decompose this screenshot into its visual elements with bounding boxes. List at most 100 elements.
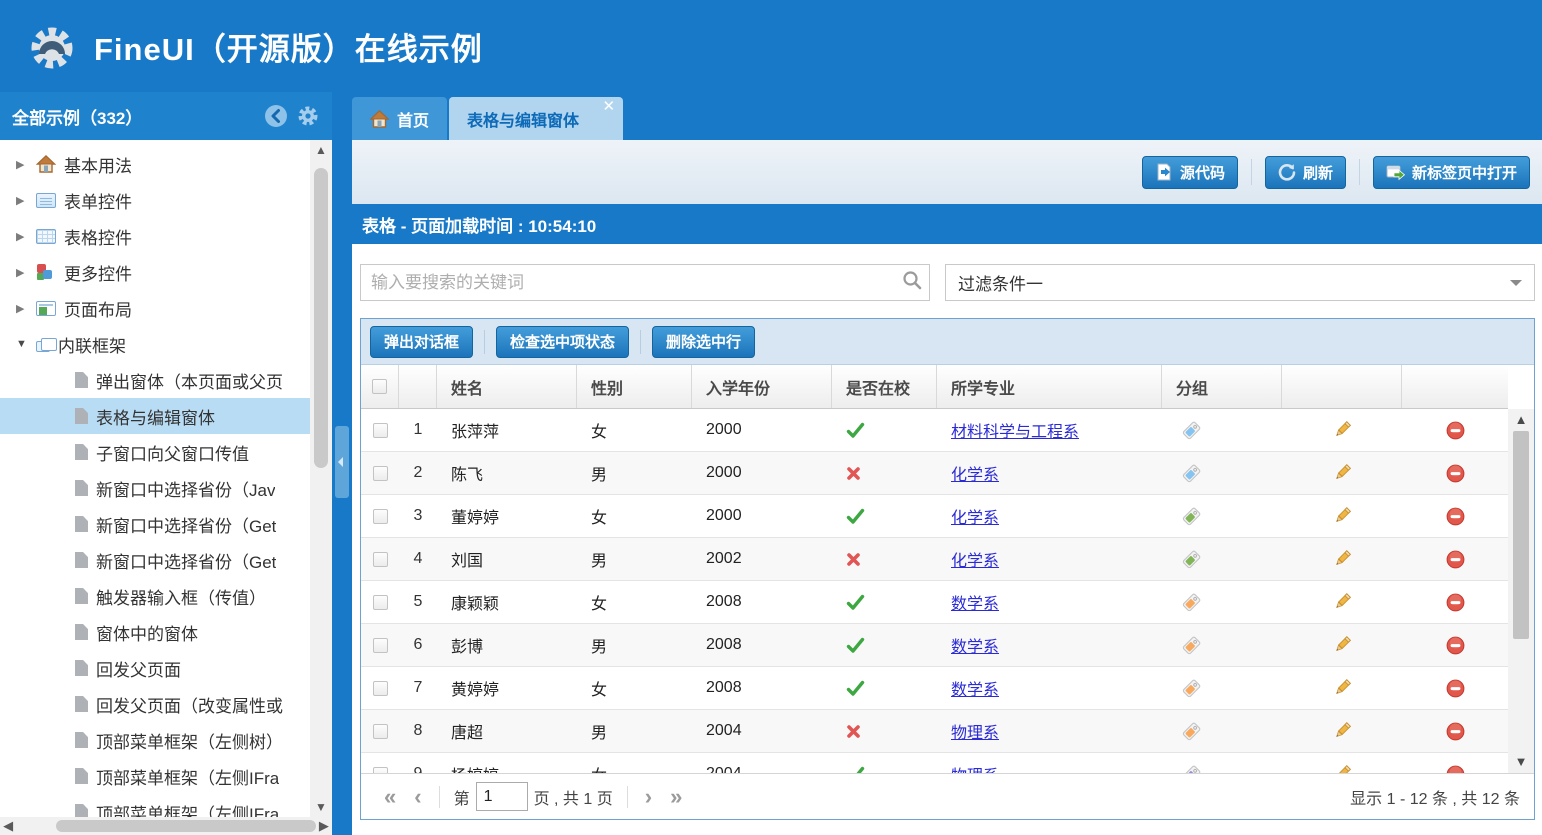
splitter-collapse-handle[interactable] (335, 426, 349, 498)
edit-pencil-icon[interactable] (1332, 549, 1352, 569)
sidebar-tree-item[interactable]: 新窗口中选择省份（Jav (0, 470, 310, 506)
tag-icon[interactable] (1182, 421, 1201, 440)
delete-selected-button[interactable]: 删除选中行 (652, 326, 755, 358)
tag-icon[interactable] (1182, 550, 1201, 569)
edit-pencil-icon[interactable] (1332, 678, 1352, 698)
grid-vertical-scrollbar[interactable]: ▲ ▼ (1508, 409, 1534, 773)
sidebar-tree-item[interactable]: 新窗口中选择省份（Get (0, 506, 310, 542)
scrollbar-thumb[interactable] (314, 168, 328, 468)
delete-minus-icon[interactable] (1446, 765, 1465, 774)
edit-pencil-icon[interactable] (1332, 420, 1352, 440)
row-checkbox[interactable] (373, 724, 388, 739)
row-checkbox[interactable] (373, 466, 388, 481)
collapse-back-icon[interactable] (264, 104, 288, 128)
major-link[interactable]: 物理系 (951, 762, 999, 773)
scrollbar-thumb[interactable] (1513, 431, 1529, 639)
tag-icon[interactable] (1182, 765, 1201, 774)
sidebar-tree-item[interactable]: 回发父页面 (0, 650, 310, 686)
scroll-right-icon[interactable]: ▶ (316, 818, 332, 834)
delete-minus-icon[interactable] (1446, 679, 1465, 698)
tag-icon[interactable] (1182, 636, 1201, 655)
expand-arrow-icon[interactable]: ▼ (16, 338, 30, 350)
row-checkbox[interactable] (373, 552, 388, 567)
delete-minus-icon[interactable] (1446, 550, 1465, 569)
edit-pencil-icon[interactable] (1332, 764, 1352, 773)
row-checkbox[interactable] (373, 423, 388, 438)
sidebar-tree-item[interactable]: ▶ 表单控件 (0, 182, 310, 218)
major-link[interactable]: 数学系 (951, 633, 999, 657)
edit-pencil-icon[interactable] (1332, 635, 1352, 655)
edit-pencil-icon[interactable] (1332, 463, 1352, 483)
refresh-button[interactable]: 刷新 (1265, 156, 1346, 189)
sidebar-horizontal-scrollbar[interactable]: ◀ ▶ (0, 817, 332, 835)
row-checkbox[interactable] (373, 638, 388, 653)
sidebar-tree-item[interactable]: ▼ 内联框架 (0, 326, 310, 362)
sidebar-tree-item[interactable]: 回发父页面（改变属性或 (0, 686, 310, 722)
tab-home[interactable]: 首页 (352, 97, 447, 140)
row-checkbox[interactable] (373, 681, 388, 696)
delete-minus-icon[interactable] (1446, 593, 1465, 612)
sidebar-tree-item[interactable]: 触发器输入框（传值） (0, 578, 310, 614)
row-checkbox[interactable] (373, 595, 388, 610)
sidebar-tree-item[interactable]: 弹出窗体（本页面或父页 (0, 362, 310, 398)
open-new-tab-button[interactable]: 新标签页中打开 (1373, 156, 1530, 189)
select-all-checkbox[interactable] (372, 379, 387, 394)
scroll-up-icon[interactable]: ▲ (1508, 409, 1534, 431)
delete-minus-icon[interactable] (1446, 507, 1465, 526)
major-link[interactable]: 化学系 (951, 547, 999, 571)
delete-minus-icon[interactable] (1446, 722, 1465, 741)
delete-minus-icon[interactable] (1446, 636, 1465, 655)
major-link[interactable]: 数学系 (951, 590, 999, 614)
open-dialog-button[interactable]: 弹出对话框 (370, 326, 473, 358)
sidebar-tree-item[interactable]: 顶部菜单框架（左侧树） (0, 722, 310, 758)
first-page-icon[interactable]: « (384, 786, 396, 808)
scroll-left-icon[interactable]: ◀ (0, 818, 16, 834)
search-icon[interactable] (895, 270, 929, 295)
delete-minus-icon[interactable] (1446, 464, 1465, 483)
sidebar-tree-item[interactable]: 新窗口中选择省份（Get (0, 542, 310, 578)
expand-arrow-icon[interactable]: ▶ (16, 266, 30, 279)
next-page-icon[interactable]: › (645, 786, 652, 808)
sidebar-tree-item[interactable]: ▶ 表格控件 (0, 218, 310, 254)
sidebar-tree-item[interactable]: 顶部菜单框架（左侧IFra (0, 758, 310, 794)
scroll-up-icon[interactable]: ▲ (310, 140, 332, 160)
expand-arrow-icon[interactable]: ▶ (16, 230, 30, 243)
expand-arrow-icon[interactable]: ▶ (16, 194, 30, 207)
sidebar-vertical-scrollbar[interactable]: ▲ ▼ (310, 140, 332, 817)
tag-icon[interactable] (1182, 593, 1201, 612)
tag-icon[interactable] (1182, 679, 1201, 698)
tag-icon[interactable] (1182, 507, 1201, 526)
search-input[interactable] (361, 265, 895, 300)
major-link[interactable]: 数学系 (951, 676, 999, 700)
source-code-button[interactable]: 源代码 (1142, 156, 1238, 189)
tag-icon[interactable] (1182, 722, 1201, 741)
scroll-down-icon[interactable]: ▼ (1508, 751, 1534, 773)
sidebar-tree-item[interactable]: 顶部菜单框架（左侧IFra (0, 794, 310, 817)
major-link[interactable]: 化学系 (951, 504, 999, 528)
row-checkbox[interactable] (373, 509, 388, 524)
major-link[interactable]: 化学系 (951, 461, 999, 485)
edit-pencil-icon[interactable] (1332, 721, 1352, 741)
tag-icon[interactable] (1182, 464, 1201, 483)
expand-arrow-icon[interactable]: ▶ (16, 158, 30, 171)
scrollbar-thumb[interactable] (56, 820, 316, 832)
filter-dropdown[interactable]: 过滤条件一 (945, 264, 1535, 301)
major-link[interactable]: 物理系 (951, 719, 999, 743)
tab-active[interactable]: 表格与编辑窗体 ✕ (449, 97, 623, 140)
prev-page-icon[interactable]: ‹ (414, 786, 421, 808)
sidebar-tree-item[interactable]: 表格与编辑窗体 (0, 398, 310, 434)
sidebar-tree-item[interactable]: 窗体中的窗体 (0, 614, 310, 650)
delete-minus-icon[interactable] (1446, 421, 1465, 440)
expand-arrow-icon[interactable]: ▶ (16, 302, 30, 315)
scroll-down-icon[interactable]: ▼ (310, 797, 332, 817)
sidebar-tree-item[interactable]: ▶ 基本用法 (0, 146, 310, 182)
page-number-input[interactable] (476, 782, 528, 811)
header-select-all[interactable] (361, 365, 399, 408)
sidebar-tree-item[interactable]: 子窗口向父窗口传值 (0, 434, 310, 470)
sidebar-splitter[interactable] (332, 92, 352, 835)
sidebar-tree-item[interactable]: ▶ 页面布局 (0, 290, 310, 326)
check-selected-button[interactable]: 检查选中项状态 (496, 326, 629, 358)
last-page-icon[interactable]: » (670, 786, 682, 808)
major-link[interactable]: 材料科学与工程系 (951, 418, 1079, 442)
edit-pencil-icon[interactable] (1332, 506, 1352, 526)
